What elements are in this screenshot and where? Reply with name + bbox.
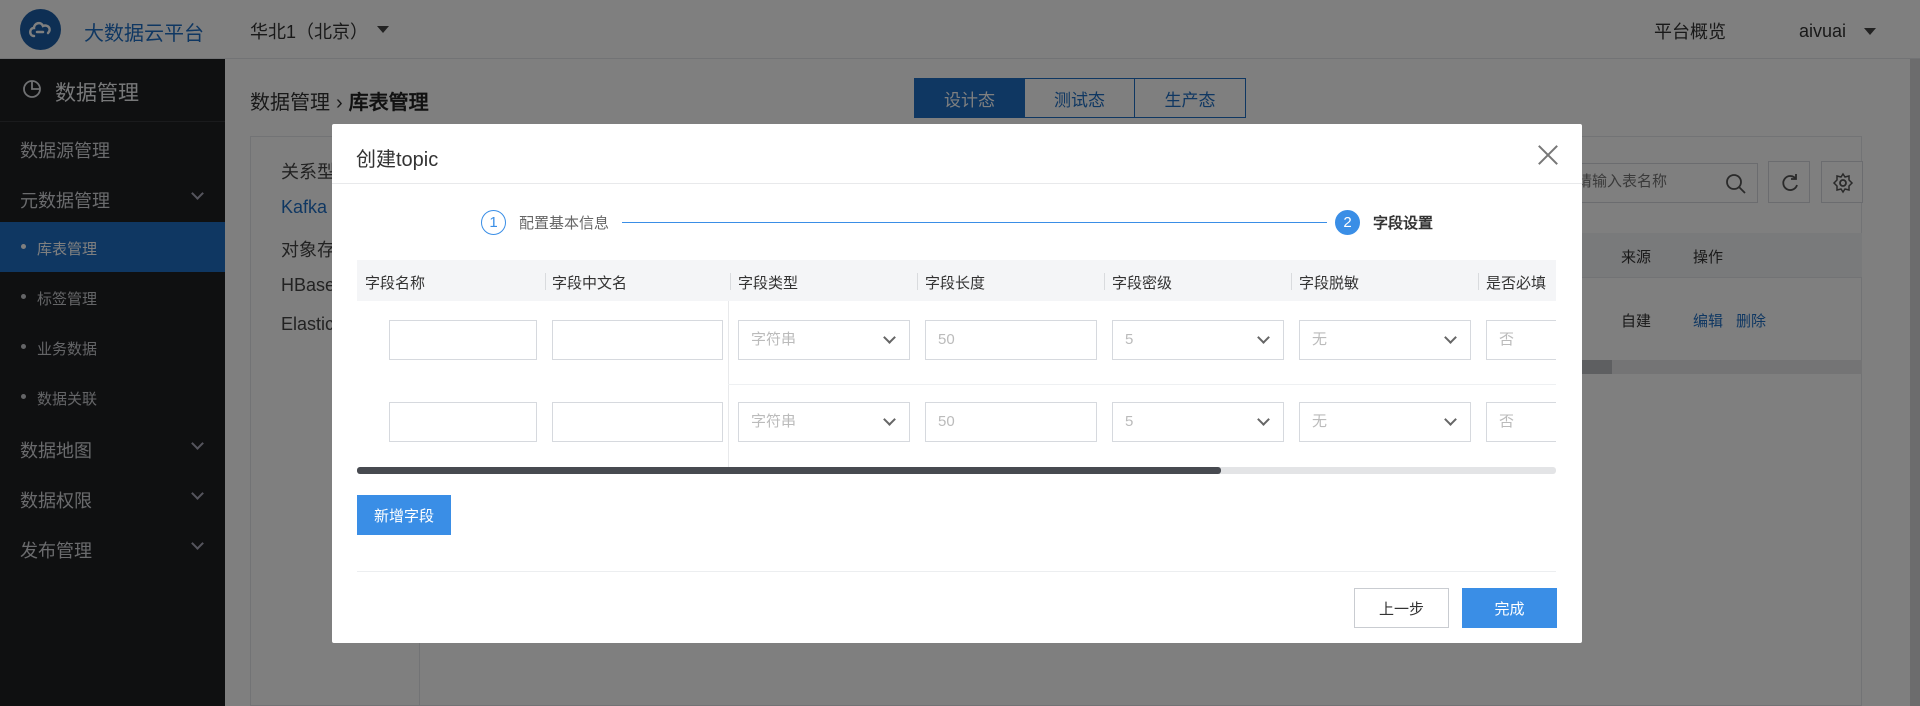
select-value: 字符串: [751, 331, 797, 348]
step-basic-info: 1 配置基本信息: [481, 210, 609, 235]
column-divider: [1478, 273, 1479, 290]
field-name-input[interactable]: [389, 320, 537, 360]
modal-title: 创建topic: [356, 149, 439, 171]
column-header-field-level: 字段密级: [1112, 275, 1173, 292]
column-divider: [1291, 273, 1292, 290]
finish-button[interactable]: 完成: [1462, 588, 1557, 628]
column-header-required: 是否必填: [1486, 275, 1547, 292]
close-icon[interactable]: [1537, 144, 1559, 166]
fixed-column-border: [728, 301, 729, 469]
field-name-input[interactable]: [389, 402, 537, 442]
select-value: 字符串: [751, 413, 797, 430]
previous-step-button[interactable]: 上一步: [1354, 588, 1449, 628]
select-value: 5: [1125, 331, 1134, 348]
select-value: 5: [1125, 413, 1134, 430]
field-mask-select[interactable]: 无: [1299, 402, 1471, 442]
column-divider: [730, 273, 731, 290]
field-type-select[interactable]: 字符串: [738, 402, 910, 442]
field-table: 字段名称 字段中文名 字段类型 字段长度 字段密级 字段脱敏 是否必填 字符串 …: [357, 260, 1556, 480]
field-type-select[interactable]: 字符串: [738, 320, 910, 360]
create-topic-modal: 创建topic 1 配置基本信息 2 字段设置 字段名称 字段中文名 字段类型 …: [332, 124, 1582, 643]
field-length-input[interactable]: 50: [925, 402, 1097, 442]
column-header-field-type: 字段类型: [738, 275, 799, 292]
required-select[interactable]: 否: [1486, 402, 1556, 442]
field-level-select[interactable]: 5: [1112, 402, 1284, 442]
column-header-field-name: 字段名称: [365, 275, 426, 292]
column-header-field-cn-name: 字段中文名: [552, 275, 628, 292]
column-divider: [545, 273, 546, 290]
step-field-settings: 2 字段设置: [1335, 210, 1433, 235]
step-connector: [622, 222, 1327, 223]
step-label: 字段设置: [1373, 215, 1434, 232]
required-select[interactable]: 否: [1486, 320, 1556, 360]
chevron-down-icon: [883, 331, 896, 344]
column-header-field-mask: 字段脱敏: [1299, 275, 1360, 292]
chevron-down-icon: [1257, 331, 1270, 344]
chevron-down-icon: [1444, 331, 1457, 344]
field-length-input[interactable]: 50: [925, 320, 1097, 360]
field-table-header: 字段名称 字段中文名 字段类型 字段长度 字段密级 字段脱敏 是否必填: [357, 260, 1556, 301]
step-number: 2: [1335, 210, 1360, 235]
row-divider: [728, 384, 1556, 385]
step-number: 1: [481, 210, 506, 235]
divider: [357, 571, 1556, 572]
add-field-button[interactable]: 新增字段: [357, 495, 451, 535]
select-value: 无: [1312, 331, 1328, 348]
divider: [332, 183, 1582, 184]
column-divider: [1104, 273, 1105, 290]
select-value: 无: [1312, 413, 1328, 430]
column-header-field-length: 字段长度: [925, 275, 986, 292]
chevron-down-icon: [1257, 413, 1270, 426]
field-cn-name-input[interactable]: [552, 402, 723, 442]
column-divider: [917, 273, 918, 290]
field-level-select[interactable]: 5: [1112, 320, 1284, 360]
chevron-down-icon: [883, 413, 896, 426]
step-label: 配置基本信息: [519, 215, 610, 232]
field-mask-select[interactable]: 无: [1299, 320, 1471, 360]
scrollbar-thumb[interactable]: [357, 467, 1221, 474]
field-cn-name-input[interactable]: [552, 320, 723, 360]
chevron-down-icon: [1444, 413, 1457, 426]
